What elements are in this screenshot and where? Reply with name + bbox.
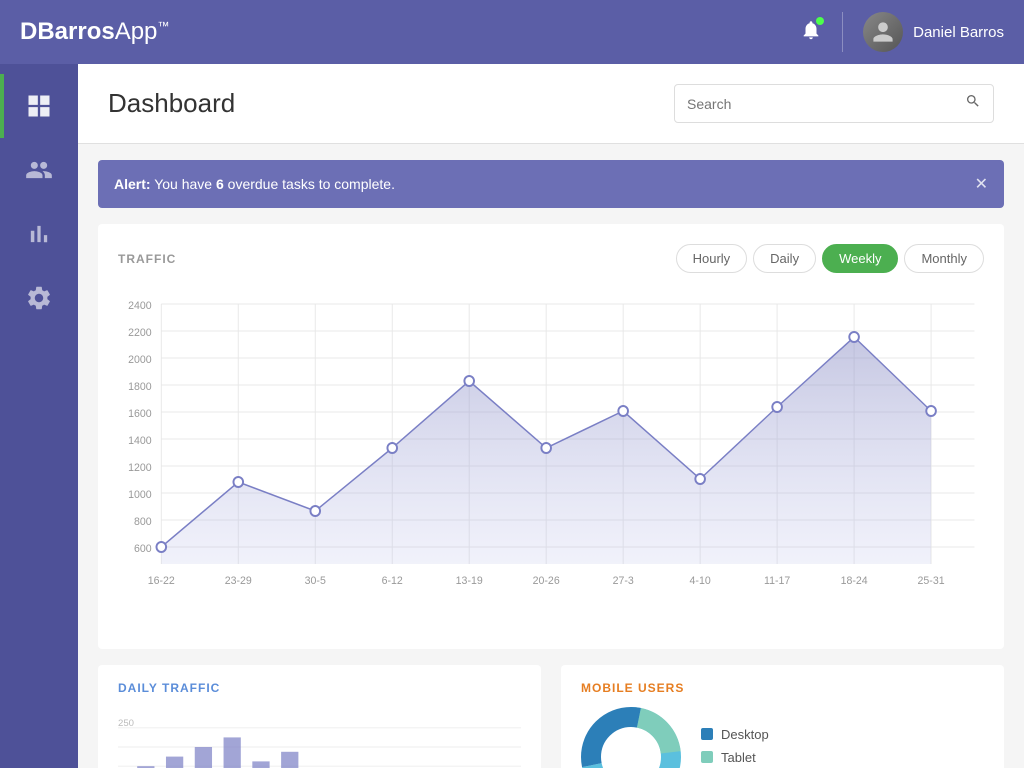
svg-text:1000: 1000 bbox=[128, 489, 152, 501]
chart-point-5 bbox=[541, 443, 551, 453]
avatar bbox=[863, 12, 903, 52]
traffic-section: TRAFFIC Hourly Daily Weekly Monthly bbox=[98, 224, 1004, 649]
settings-icon bbox=[25, 284, 53, 312]
traffic-filters: Hourly Daily Weekly Monthly bbox=[676, 244, 984, 273]
chart-point-6 bbox=[618, 406, 628, 416]
svg-text:13-19: 13-19 bbox=[456, 575, 483, 587]
svg-text:800: 800 bbox=[134, 516, 152, 528]
chart-point-9 bbox=[849, 332, 859, 342]
page-header: Dashboard bbox=[78, 64, 1024, 144]
filter-daily[interactable]: Daily bbox=[753, 244, 816, 273]
user-avatar-icon bbox=[871, 20, 895, 44]
svg-text:11-17: 11-17 bbox=[764, 575, 790, 587]
mobile-users-legend: Desktop Tablet Mobile bbox=[701, 727, 769, 768]
svg-text:250: 250 bbox=[118, 718, 134, 729]
svg-text:2000: 2000 bbox=[128, 354, 152, 366]
alert-banner: Alert: You have 6 overdue tasks to compl… bbox=[98, 160, 1004, 208]
traffic-header: TRAFFIC Hourly Daily Weekly Monthly bbox=[118, 244, 984, 273]
brand-light: App bbox=[115, 18, 158, 45]
traffic-chart-svg: 2400 2200 2000 1800 1600 1400 1200 1000 … bbox=[118, 289, 984, 629]
user-name-label: Daniel Barros bbox=[913, 24, 1004, 41]
svg-text:23-29: 23-29 bbox=[225, 575, 252, 587]
svg-text:16-22: 16-22 bbox=[148, 575, 175, 587]
bottom-panels: DAILY TRAFFIC 250 MOBILE USERS bbox=[98, 665, 1004, 768]
user-menu[interactable]: Daniel Barros bbox=[863, 12, 1004, 52]
brand-trademark: ™ bbox=[157, 19, 169, 33]
svg-text:27-3: 27-3 bbox=[613, 575, 634, 587]
mobile-users-title: MOBILE USERS bbox=[581, 681, 984, 695]
notification-dot bbox=[816, 17, 824, 25]
brand-logo: DBarrosApp™ bbox=[20, 18, 800, 46]
svg-text:18-24: 18-24 bbox=[841, 575, 868, 587]
nav-divider bbox=[842, 12, 843, 52]
nav-right: Daniel Barros bbox=[800, 12, 1004, 52]
svg-text:600: 600 bbox=[134, 543, 152, 555]
sidebar bbox=[0, 64, 78, 768]
sidebar-item-analytics[interactable] bbox=[0, 202, 78, 266]
svg-text:2400: 2400 bbox=[128, 300, 152, 312]
notifications-bell[interactable] bbox=[800, 19, 822, 46]
alert-message: Alert: You have 6 overdue tasks to compl… bbox=[114, 176, 395, 192]
dashboard-icon bbox=[25, 92, 53, 120]
svg-text:1200: 1200 bbox=[128, 462, 152, 474]
chart-point-0 bbox=[156, 542, 166, 552]
svg-text:30-5: 30-5 bbox=[305, 575, 326, 587]
chart-point-1 bbox=[233, 477, 243, 487]
chart-point-2 bbox=[310, 506, 320, 516]
alert-label: Alert: bbox=[114, 176, 151, 192]
search-magnifier-icon bbox=[965, 93, 981, 109]
legend-label-tablet: Tablet bbox=[721, 750, 756, 765]
chart-point-8 bbox=[772, 402, 782, 412]
chart-point-3 bbox=[387, 443, 397, 453]
filter-monthly[interactable]: Monthly bbox=[904, 244, 984, 273]
search-input[interactable] bbox=[687, 96, 965, 112]
chart-point-4 bbox=[464, 376, 474, 386]
donut-chart bbox=[581, 707, 681, 768]
legend-item-tablet: Tablet bbox=[701, 750, 769, 765]
daily-traffic-panel: DAILY TRAFFIC 250 bbox=[98, 665, 541, 768]
search-icon[interactable] bbox=[965, 93, 981, 114]
sidebar-item-users[interactable] bbox=[0, 138, 78, 202]
traffic-title: TRAFFIC bbox=[118, 252, 176, 266]
top-navbar: DBarrosApp™ Daniel Barros bbox=[0, 0, 1024, 64]
svg-text:1400: 1400 bbox=[128, 435, 152, 447]
content-area: Dashboard Alert: You have 6 overdue task… bbox=[78, 64, 1024, 768]
legend-dot-desktop bbox=[701, 728, 713, 740]
svg-text:4-10: 4-10 bbox=[690, 575, 711, 587]
alert-close-button[interactable]: ✕ bbox=[975, 174, 988, 194]
daily-traffic-title: DAILY TRAFFIC bbox=[118, 681, 521, 695]
page-title: Dashboard bbox=[108, 88, 235, 119]
svg-text:20-26: 20-26 bbox=[533, 575, 560, 587]
chart-point-7 bbox=[695, 474, 705, 484]
users-icon bbox=[25, 156, 53, 184]
mobile-users-content: Desktop Tablet Mobile bbox=[581, 707, 984, 768]
analytics-icon bbox=[25, 220, 53, 248]
svg-text:2200: 2200 bbox=[128, 327, 152, 339]
chart-point-10 bbox=[926, 406, 936, 416]
search-bar bbox=[674, 84, 994, 123]
daily-traffic-chart: 250 bbox=[118, 707, 521, 768]
main-layout: Dashboard Alert: You have 6 overdue task… bbox=[0, 64, 1024, 768]
svg-text:25-31: 25-31 bbox=[918, 575, 945, 587]
brand-bold: DBarros bbox=[20, 18, 115, 45]
filter-hourly[interactable]: Hourly bbox=[676, 244, 748, 273]
svg-text:6-12: 6-12 bbox=[382, 575, 403, 587]
legend-dot-tablet bbox=[701, 751, 713, 763]
legend-item-desktop: Desktop bbox=[701, 727, 769, 742]
svg-text:1800: 1800 bbox=[128, 381, 152, 393]
traffic-chart: 2400 2200 2000 1800 1600 1400 1200 1000 … bbox=[118, 289, 984, 629]
svg-text:1600: 1600 bbox=[128, 408, 152, 420]
sidebar-item-dashboard[interactable] bbox=[0, 74, 78, 138]
mobile-users-panel: MOBILE USERS Desktop bbox=[561, 665, 1004, 768]
filter-weekly[interactable]: Weekly bbox=[822, 244, 898, 273]
legend-label-desktop: Desktop bbox=[721, 727, 769, 742]
sidebar-item-settings[interactable] bbox=[0, 266, 78, 330]
